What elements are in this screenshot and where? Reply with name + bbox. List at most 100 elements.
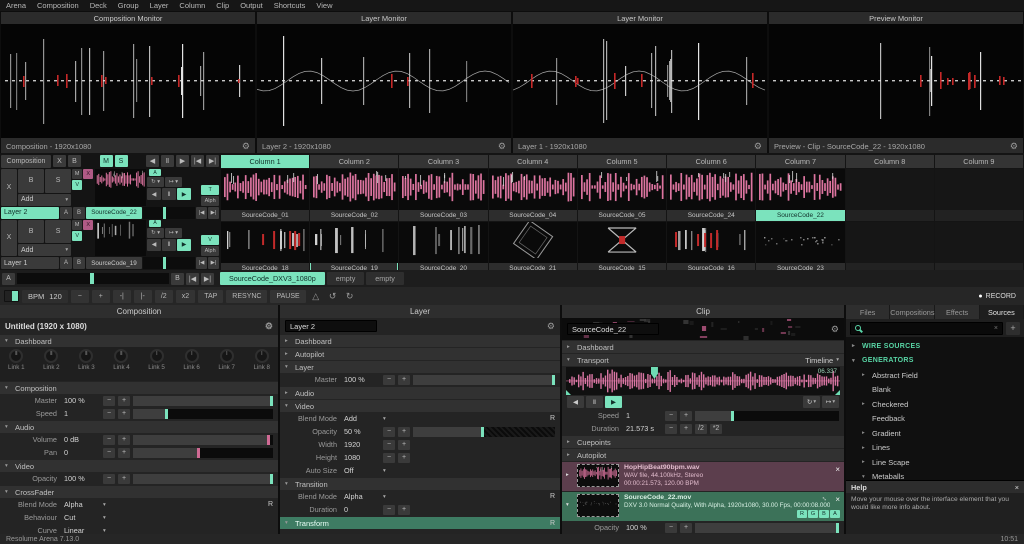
chevron-down-icon[interactable]: ▾: [383, 494, 386, 500]
crossfader-assign-b-button[interactable]: B: [73, 207, 85, 219]
tree-item-feedback[interactable]: Feedback: [846, 412, 1024, 427]
menu-shortcuts[interactable]: Shortcuts: [274, 1, 306, 10]
layer-fader-toggle[interactable]: V: [201, 235, 219, 245]
increment-button[interactable]: +: [398, 453, 410, 463]
clip-thumbnail[interactable]: [489, 222, 577, 263]
section-video[interactable]: ▾Video: [280, 400, 560, 412]
tab-sources[interactable]: Sources: [980, 305, 1024, 319]
bpm-value[interactable]: 120: [49, 292, 62, 301]
param-value[interactable]: 1080: [340, 453, 380, 462]
param-value[interactable]: 0: [60, 448, 100, 457]
param-dropdown[interactable]: Off: [340, 466, 380, 475]
gear-icon[interactable]: ⚙: [1010, 141, 1018, 152]
layer-fader-handle[interactable]: [163, 257, 166, 269]
tree-item-checkered[interactable]: ▸Checkered: [846, 397, 1024, 412]
active-clip-thumbnail[interactable]: [95, 220, 146, 257]
dashboard-knob-link-4[interactable]: Link 4: [113, 349, 130, 379]
slider-handle[interactable]: [270, 396, 273, 406]
clip-sourcecode-24[interactable]: SourceCode_24: [667, 169, 755, 221]
play-button[interactable]: ▶: [605, 396, 622, 408]
param-r-badge[interactable]: R: [550, 520, 555, 527]
tree-item-wire-sources[interactable]: ▸WIRE SOURCES: [846, 339, 1024, 354]
bpm-decrease-button[interactable]: −: [71, 290, 89, 303]
param-value[interactable]: 0: [340, 505, 380, 514]
menu-layer[interactable]: Layer: [150, 1, 169, 10]
clip-thumbnail[interactable]: [756, 169, 844, 210]
pause-bpm-button[interactable]: PAUSE: [270, 290, 305, 303]
channel-a-button[interactable]: A: [830, 510, 840, 518]
menu-arena[interactable]: Arena: [6, 1, 26, 10]
param-value[interactable]: 100 %: [622, 523, 662, 532]
param-slider[interactable]: [695, 523, 839, 533]
clip-label[interactable]: [935, 210, 1023, 221]
param-dropdown[interactable]: Alpha: [340, 492, 380, 501]
column-header-1[interactable]: Column 1: [221, 155, 309, 168]
param-extra-button[interactable]: /2: [695, 424, 707, 434]
play-backward-button[interactable]: ◀: [147, 188, 161, 200]
section-dashboard[interactable]: ▸Dashboard: [280, 335, 560, 347]
param-dropdown[interactable]: Alpha: [60, 500, 100, 509]
clip-thumbnail[interactable]: [667, 222, 755, 263]
gear-icon[interactable]: ⚙: [242, 141, 250, 152]
pause-button[interactable]: Ⅱ: [162, 239, 176, 251]
increment-button[interactable]: +: [680, 424, 692, 434]
decrement-button[interactable]: −: [383, 440, 395, 450]
prev-clip-button[interactable]: |◀: [196, 257, 207, 269]
clip-thumbnail[interactable]: [399, 222, 487, 263]
section-dashboard[interactable]: ▾Dashboard: [0, 335, 278, 347]
section-transform[interactable]: ▾TransformR: [280, 517, 560, 529]
play-direction-dropdown[interactable]: ↦ ▾: [165, 177, 182, 187]
pause-button[interactable]: Ⅱ: [586, 396, 603, 408]
clip-thumbnail[interactable]: [667, 169, 755, 210]
chevron-down-icon[interactable]: ▾: [103, 515, 106, 521]
slider-handle[interactable]: [836, 523, 839, 533]
clip-thumbnail[interactable]: [935, 169, 1023, 210]
increment-button[interactable]: +: [398, 375, 410, 385]
param-slider[interactable]: [133, 435, 273, 445]
param-dropdown[interactable]: Cut: [60, 513, 100, 522]
clip-thumbnail[interactable]: [310, 222, 398, 263]
increment-button[interactable]: +: [118, 448, 130, 458]
decrement-button[interactable]: −: [383, 375, 395, 385]
clip-sourcecode-20[interactable]: SourceCode_20: [399, 222, 487, 274]
param-value[interactable]: 100 %: [60, 396, 100, 405]
layer-name-layer-1[interactable]: Layer 1: [1, 257, 59, 269]
increment-button[interactable]: +: [118, 435, 130, 445]
section-autopilot[interactable]: ▸Autopilot: [280, 348, 560, 360]
knob-dial[interactable]: [9, 349, 23, 363]
play-button[interactable]: ▶: [176, 155, 189, 167]
clip-sourcecode-05[interactable]: SourceCode_05: [578, 169, 666, 221]
deck-tab-empty-1[interactable]: empty: [327, 272, 365, 285]
section-crossfader[interactable]: ▾CrossFader: [0, 486, 278, 498]
composition-name[interactable]: Untitled (1920 x 1080): [5, 322, 87, 331]
param-value[interactable]: 1: [622, 411, 662, 420]
layer-blend-dropdown[interactable]: Add▾: [18, 194, 71, 206]
param-dropdown[interactable]: Add: [340, 414, 380, 423]
play-backward-button[interactable]: ◀: [567, 396, 584, 408]
decrement-button[interactable]: −: [665, 523, 677, 533]
pause-button[interactable]: Ⅱ: [162, 188, 176, 200]
clip-thumbnail[interactable]: [578, 169, 666, 210]
composition-solo-button[interactable]: S: [115, 155, 128, 167]
layer-video-toggle[interactable]: V: [72, 180, 82, 190]
dashboard-knob-link-5[interactable]: Link 5: [148, 349, 165, 379]
next-clip-button[interactable]: ▶|: [208, 257, 219, 269]
decrement-button[interactable]: −: [103, 448, 115, 458]
knob-dial[interactable]: [150, 349, 164, 363]
clip-sourcecode-16[interactable]: SourceCode_16: [667, 222, 755, 274]
dashboard-knob-link-2[interactable]: Link 2: [43, 349, 60, 379]
loop-mode-dropdown[interactable]: ↻ ▾: [147, 177, 164, 187]
chevron-down-icon[interactable]: ▾: [383, 468, 386, 474]
tap-button[interactable]: TAP: [198, 290, 223, 303]
tab-files[interactable]: Files: [846, 305, 890, 319]
bpm-display[interactable]: BPM 120: [22, 290, 68, 303]
next-clip-button[interactable]: ▶|: [208, 207, 219, 219]
knob-dial[interactable]: [255, 349, 269, 363]
beat-nudge-forward-button[interactable]: |-: [134, 290, 152, 303]
param-value[interactable]: 1: [60, 409, 100, 418]
tab-effects[interactable]: Effects: [935, 305, 979, 319]
increment-button[interactable]: +: [398, 440, 410, 450]
next-column-button[interactable]: ▶|: [206, 155, 219, 167]
menu-view[interactable]: View: [316, 1, 332, 10]
clip-sourcecode-22[interactable]: SourceCode_22: [756, 169, 844, 221]
